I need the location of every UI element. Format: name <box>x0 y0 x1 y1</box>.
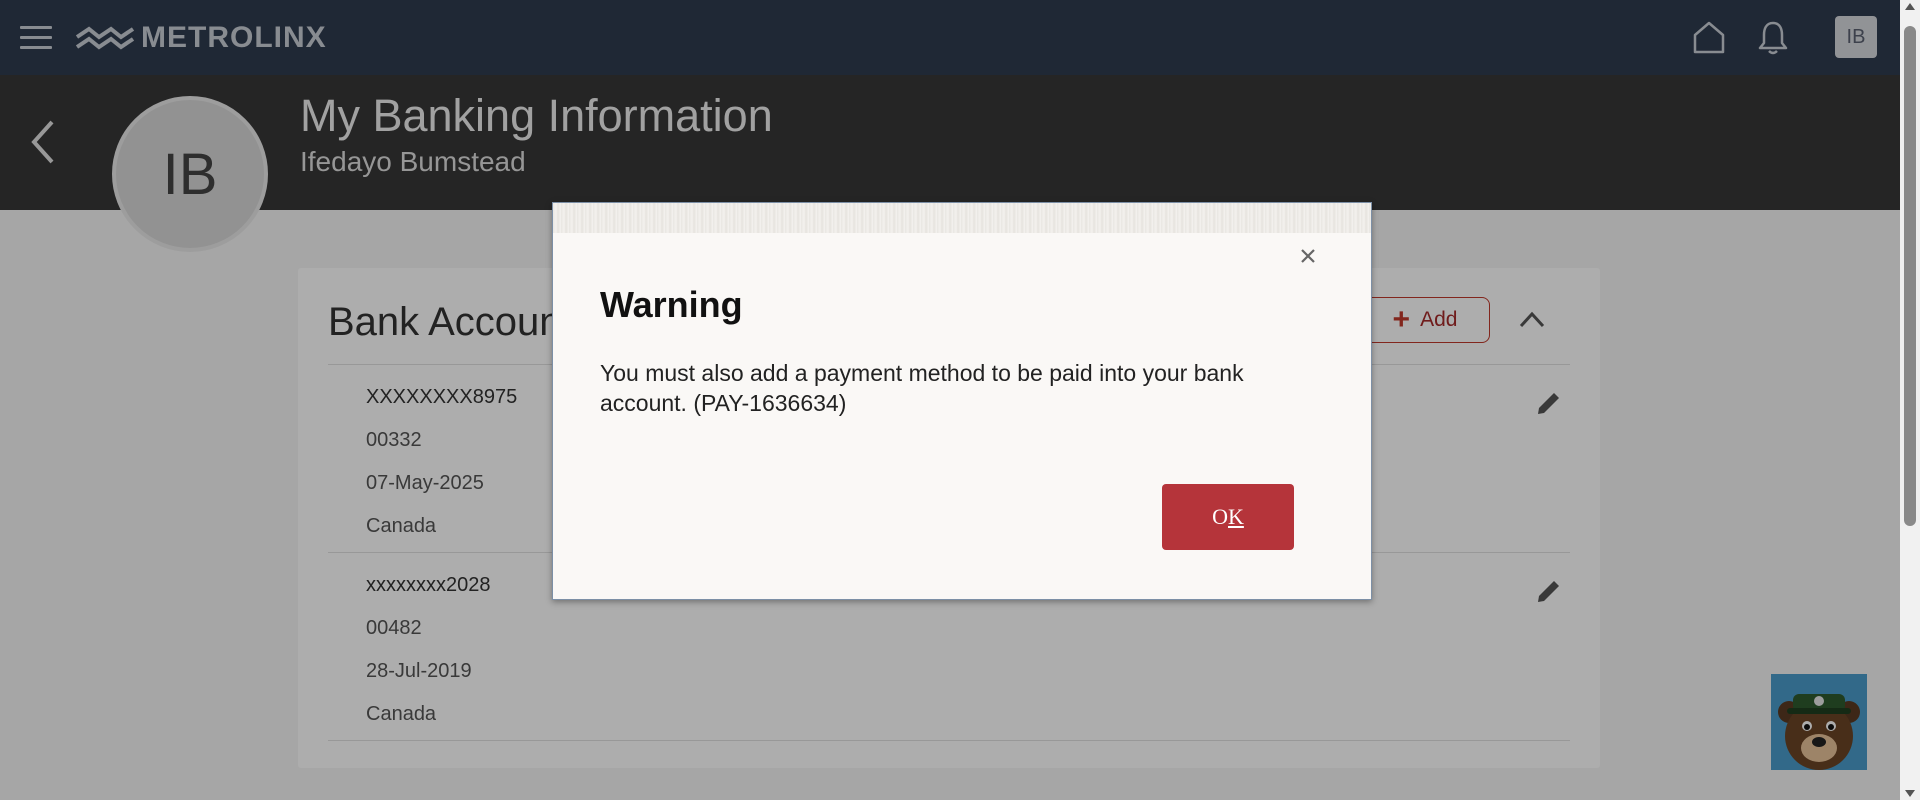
dialog-title: Warning <box>600 284 743 325</box>
scrollbar-thumb[interactable] <box>1904 26 1916 526</box>
ok-label-accesskey: K <box>1228 504 1244 529</box>
ok-label-prefix: O <box>1212 504 1228 529</box>
scroll-up-arrow-icon[interactable] <box>1905 3 1915 10</box>
scroll-down-arrow-icon[interactable] <box>1905 790 1915 797</box>
dialog-message: You must also add a payment method to be… <box>600 360 1244 416</box>
vertical-scrollbar[interactable] <box>1900 0 1920 800</box>
dialog-title-strip <box>553 203 1371 233</box>
close-icon[interactable] <box>1296 244 1320 268</box>
ok-button[interactable]: OK <box>1162 484 1294 550</box>
